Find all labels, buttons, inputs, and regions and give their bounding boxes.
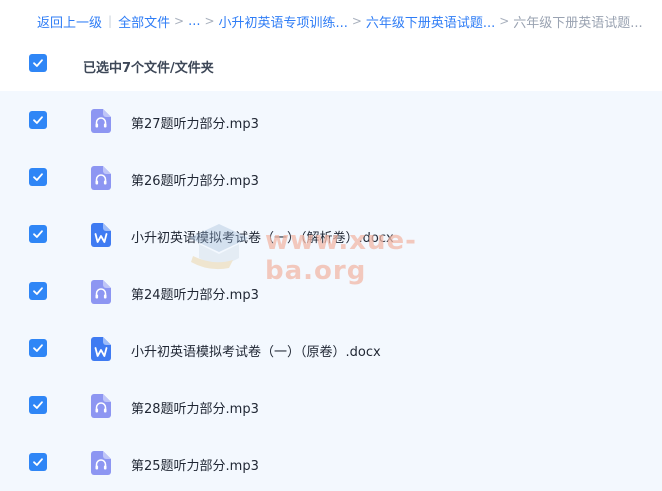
breadcrumb-current: 六年级下册英语试题... <box>513 15 643 31</box>
breadcrumb: 返回上一级 | 全部文件 > ... > 小升初英语专项训练... > 六年级下… <box>0 0 662 42</box>
checkmark-icon <box>33 116 43 124</box>
breadcrumb-divider: | <box>108 14 113 28</box>
word-file-icon <box>91 223 111 247</box>
back-link[interactable]: 返回上一级 <box>37 12 102 31</box>
file-checkbox[interactable] <box>29 453 47 471</box>
file-name[interactable]: 小升初英语模拟考试卷（一）（解析卷）.docx <box>131 227 394 246</box>
headphones-file-icon <box>91 109 111 133</box>
breadcrumb-ellipsis[interactable]: ... <box>188 14 200 29</box>
file-checkbox[interactable] <box>29 111 47 129</box>
file-row[interactable]: 第26题听力部分.mp3 <box>0 148 662 205</box>
word-file-icon <box>91 337 111 361</box>
file-row[interactable]: 第28题听力部分.mp3 <box>0 376 662 433</box>
checkmark-icon <box>33 173 43 181</box>
select-all-checkbox[interactable] <box>29 54 47 72</box>
file-row[interactable]: 第27题听力部分.mp3 <box>0 91 662 148</box>
file-row[interactable]: 小升初英语模拟考试卷（一）（原卷）.docx <box>0 319 662 376</box>
checkmark-icon <box>33 59 43 67</box>
chevron-right-icon: > <box>174 14 185 28</box>
checkmark-icon <box>33 401 43 409</box>
chevron-right-icon: > <box>351 14 362 28</box>
file-name[interactable]: 小升初英语模拟考试卷（一）（原卷）.docx <box>131 341 381 360</box>
selection-header: 已选中7个文件/文件夹 <box>0 42 662 90</box>
file-checkbox[interactable] <box>29 282 47 300</box>
file-checkbox[interactable] <box>29 339 47 357</box>
file-name[interactable]: 第27题听力部分.mp3 <box>131 113 259 132</box>
headphones-file-icon <box>91 280 111 304</box>
checkmark-icon <box>33 230 43 238</box>
file-name[interactable]: 第28题听力部分.mp3 <box>131 398 259 417</box>
headphones-file-icon <box>91 451 111 475</box>
all-files-link[interactable]: 全部文件 <box>118 12 170 31</box>
headphones-file-icon <box>91 166 111 190</box>
file-name[interactable]: 第26题听力部分.mp3 <box>131 170 259 189</box>
headphones-file-icon <box>91 394 111 418</box>
checkmark-icon <box>33 458 43 466</box>
breadcrumb-folder-1[interactable]: 小升初英语专项训练... <box>218 12 347 31</box>
file-row[interactable]: 小升初英语模拟考试卷（一）（解析卷）.docx <box>0 205 662 262</box>
checkmark-icon <box>33 287 43 295</box>
breadcrumb-folder-2[interactable]: 六年级下册英语试题... <box>366 12 495 31</box>
chevron-right-icon: > <box>499 14 510 28</box>
file-row[interactable]: 第24题听力部分.mp3 <box>0 262 662 319</box>
checkmark-icon <box>33 344 43 352</box>
file-checkbox[interactable] <box>29 168 47 186</box>
selection-summary: 已选中7个文件/文件夹 <box>83 61 214 76</box>
file-list: 第27题听力部分.mp3 第26题听力部分.mp3 小升初英语模拟考试卷（一）（… <box>0 91 662 491</box>
file-row[interactable]: 第25题听力部分.mp3 <box>0 433 662 490</box>
chevron-right-icon: > <box>204 14 215 28</box>
file-checkbox[interactable] <box>29 396 47 414</box>
file-checkbox[interactable] <box>29 225 47 243</box>
file-name[interactable]: 第24题听力部分.mp3 <box>131 284 259 303</box>
file-name[interactable]: 第25题听力部分.mp3 <box>131 455 259 474</box>
